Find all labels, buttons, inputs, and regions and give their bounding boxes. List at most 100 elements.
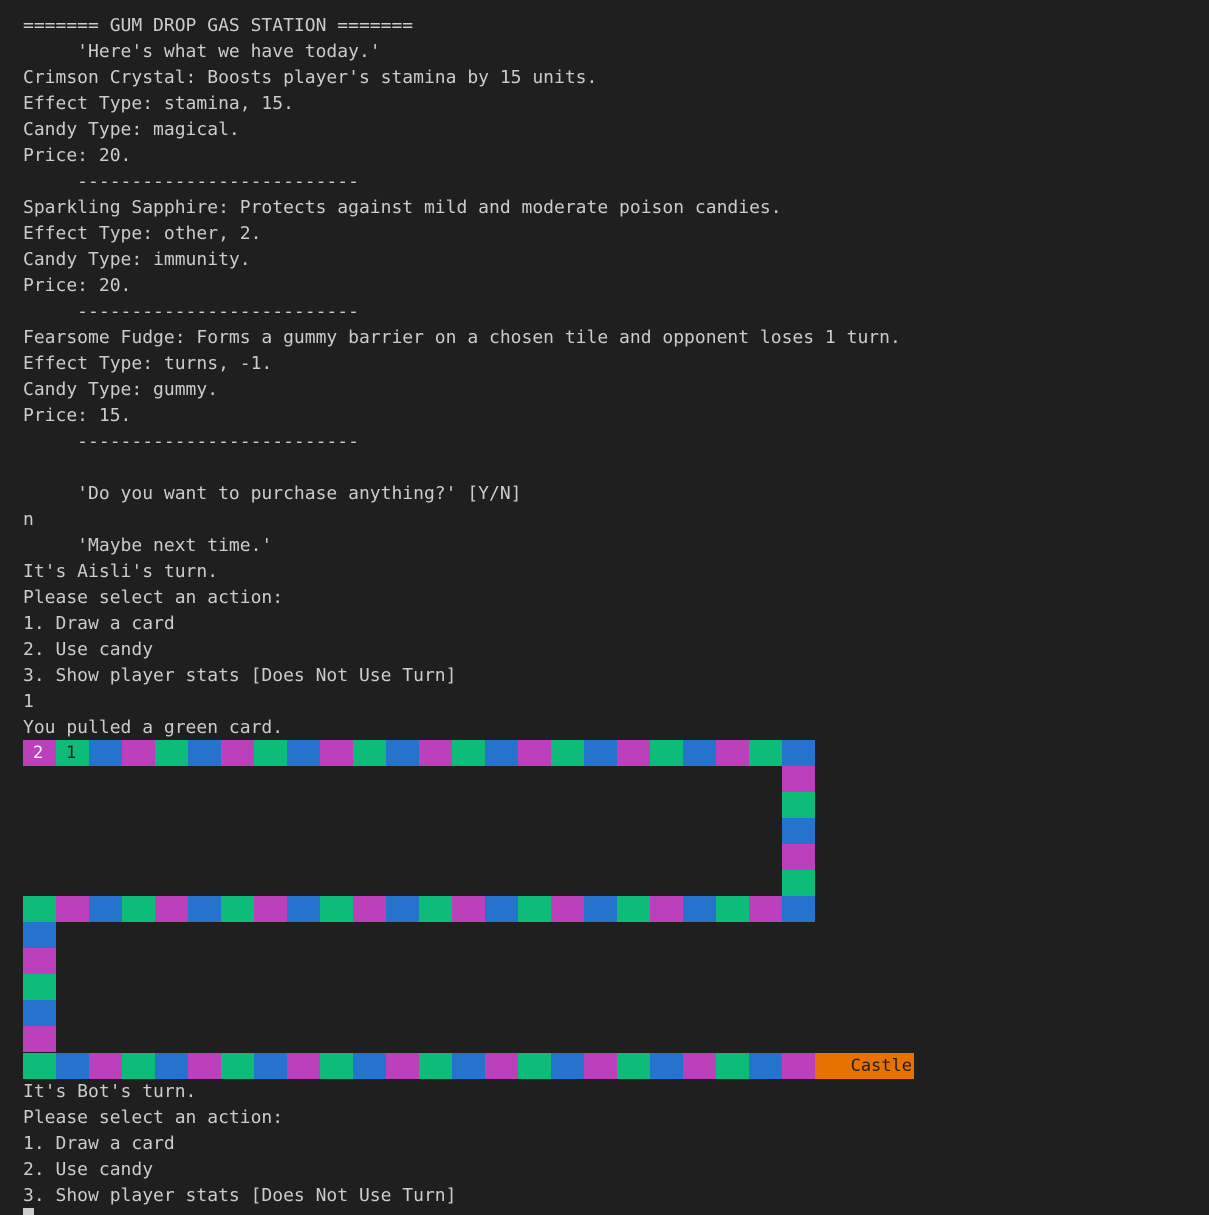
terminal-line: Price: 20.: [23, 145, 132, 166]
terminal-line: ======= GUM DROP GAS STATION =======: [23, 15, 414, 36]
board-tile: [23, 974, 56, 1000]
board-tile: [782, 740, 815, 766]
board-tile: [782, 896, 815, 922]
terminal-line: 1: [23, 691, 34, 712]
board-tile: [320, 896, 353, 922]
board-tile: [386, 740, 419, 766]
terminal-line: It's Bot's turn.: [23, 1081, 197, 1102]
player-marker: 1: [56, 740, 89, 766]
board-tile: [221, 896, 254, 922]
board-tile: [56, 1053, 89, 1079]
board-tile: [551, 896, 584, 922]
castle-tile: Castle: [815, 1053, 914, 1079]
board-tile: [683, 1053, 716, 1079]
board-tile: [650, 740, 683, 766]
terminal-line: 'Do you want to purchase anything?' [Y/N…: [23, 483, 522, 504]
board-tile: [287, 1053, 320, 1079]
terminal-line: Candy Type: immunity.: [23, 249, 251, 270]
board-tile: [419, 740, 452, 766]
terminal-line: Please select an action:: [23, 1107, 284, 1128]
terminal-line: Effect Type: turns, -1.: [23, 353, 273, 374]
board-tile: [320, 1053, 353, 1079]
terminal-line: Candy Type: gummy.: [23, 379, 219, 400]
board-tile: [518, 1053, 551, 1079]
board-tile: [89, 1053, 122, 1079]
board-tile: [650, 1053, 683, 1079]
terminal-line: Candy Type: magical.: [23, 119, 240, 140]
board-tile: [452, 1053, 485, 1079]
board-tile: [353, 896, 386, 922]
terminal-line: --------------------------: [23, 171, 359, 192]
board-tile: [155, 896, 188, 922]
board-tile: [452, 896, 485, 922]
terminal-line: Fearsome Fudge: Forms a gummy barrier on…: [23, 327, 901, 348]
board-tile: [23, 948, 56, 974]
board-tile: [254, 1053, 287, 1079]
terminal-line: Effect Type: stamina, 15.: [23, 93, 294, 114]
board-tile: [617, 896, 650, 922]
terminal-line: Sparkling Sapphire: Protects against mil…: [23, 197, 782, 218]
board-tile: [518, 740, 551, 766]
board-tile: [287, 740, 320, 766]
board-tile: [155, 1053, 188, 1079]
board-tile: [782, 792, 815, 818]
board-tile: [23, 1000, 56, 1026]
board-tile: [683, 896, 716, 922]
player-marker: 2: [23, 740, 56, 766]
terminal-line: 3. Show player stats [Does Not Use Turn]: [23, 1185, 457, 1206]
terminal-line: 'Maybe next time.': [23, 535, 273, 556]
terminal-line: 2. Use candy: [23, 639, 154, 660]
terminal-cursor: [23, 1208, 34, 1215]
board-tile: [23, 1026, 56, 1052]
board-tile: [716, 896, 749, 922]
board-tile: [782, 844, 815, 870]
board-tile: [584, 740, 617, 766]
board-tile: [782, 766, 815, 792]
terminal-line: 3. Show player stats [Does Not Use Turn]: [23, 665, 457, 686]
board-tile: [221, 740, 254, 766]
board-tile: [749, 740, 782, 766]
board-tile: [23, 896, 56, 922]
board-tile: [254, 896, 287, 922]
board-tile: [452, 740, 485, 766]
board-tile: [551, 1053, 584, 1079]
board-tile: [56, 896, 89, 922]
terminal-line: Crimson Crystal: Boosts player's stamina…: [23, 67, 598, 88]
terminal-line: 1. Draw a card: [23, 1133, 175, 1154]
terminal-line: n: [23, 509, 34, 530]
board-tile: [782, 870, 815, 896]
board-tile: [485, 740, 518, 766]
board-tile: [584, 1053, 617, 1079]
board-tile: [683, 740, 716, 766]
board-tile: [782, 1053, 815, 1079]
terminal-line: 'Here's what we have today.': [23, 41, 381, 62]
board-tile: [617, 1053, 650, 1079]
board-tile: [518, 896, 551, 922]
board-tile: [386, 896, 419, 922]
board-tile: [353, 1053, 386, 1079]
board-tile: [23, 922, 56, 948]
board-tile: [485, 1053, 518, 1079]
board-tile: [122, 1053, 155, 1079]
board-tile: [716, 740, 749, 766]
terminal-line: It's Aisli's turn.: [23, 561, 219, 582]
terminal-line: Effect Type: other, 2.: [23, 223, 262, 244]
board-tile: [320, 740, 353, 766]
board-tile: [353, 740, 386, 766]
board-tile: [551, 740, 584, 766]
terminal-line: 1. Draw a card: [23, 613, 175, 634]
board-tile: [650, 896, 683, 922]
board-tile: [221, 1053, 254, 1079]
board-tile: [749, 1053, 782, 1079]
board-tile: [386, 1053, 419, 1079]
terminal-line: 2. Use candy: [23, 1159, 154, 1180]
board-tile: [716, 1053, 749, 1079]
terminal-line: You pulled a green card.: [23, 717, 284, 738]
board-tile: [782, 818, 815, 844]
board-tile: [617, 740, 650, 766]
board-tile: [89, 740, 122, 766]
board-tile: [23, 1053, 56, 1079]
board-tile: [89, 896, 122, 922]
board-tile: [485, 896, 518, 922]
board-tile: [287, 896, 320, 922]
